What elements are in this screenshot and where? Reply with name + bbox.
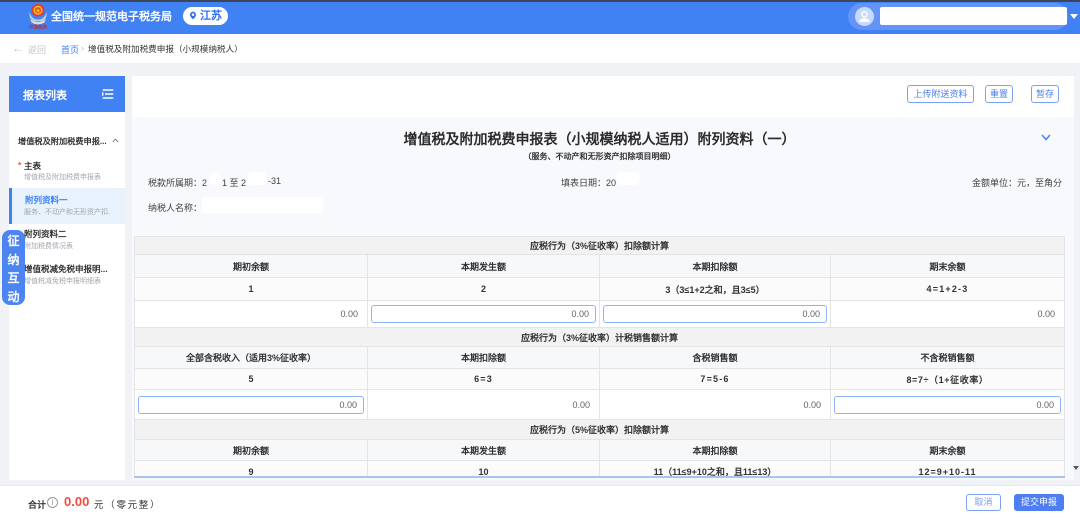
svg-text:中国税务: 中国税务 (29, 24, 48, 30)
